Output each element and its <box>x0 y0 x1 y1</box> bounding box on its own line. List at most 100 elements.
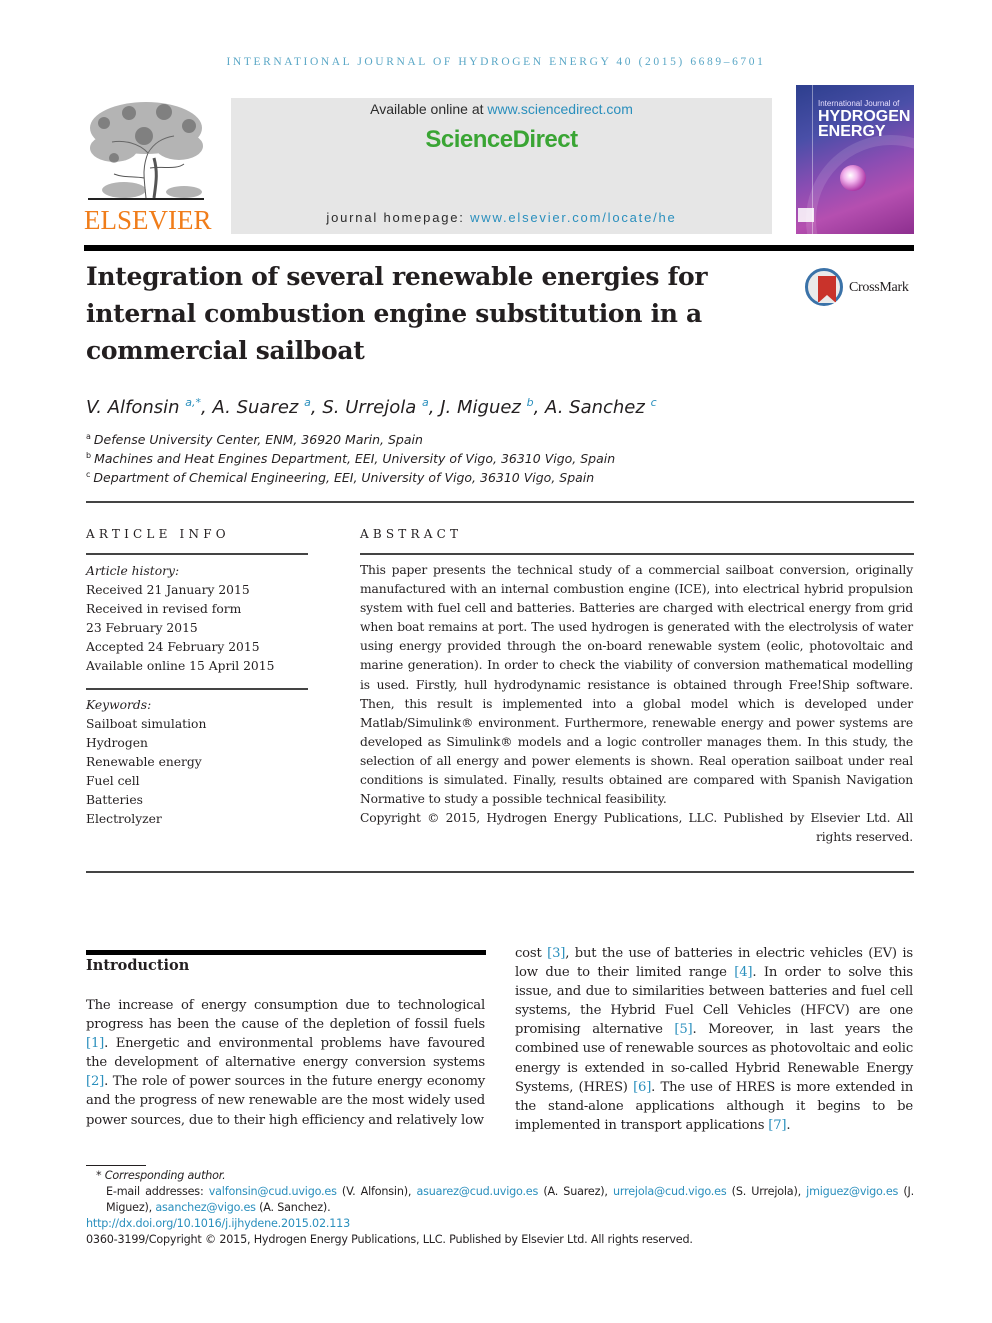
crossmark-icon <box>805 268 843 306</box>
history-item: Accepted 24 February 2015 <box>86 640 260 654</box>
sciencedirect-logo[interactable]: ScienceDirect <box>231 126 772 154</box>
sciencedirect-banner: Available online at www.sciencedirect.co… <box>231 98 772 234</box>
author-name: A. Sanchez <box>545 397 645 418</box>
citation-link[interactable]: [7] <box>768 1118 786 1133</box>
affiliation-text: Department of Chemical Engineering, EEI,… <box>93 470 595 486</box>
email-link[interactable]: jmi­guez@vigo.es <box>806 1185 898 1198</box>
history-item: Received in revised form <box>86 602 242 616</box>
author-separator: , <box>428 397 441 418</box>
cover-journal-title: HYDROGEN ENERGY <box>818 108 911 140</box>
available-online-line: Available online at www.sciencedirect.co… <box>231 101 772 117</box>
journal-homepage-line: journal homepage: www.elsevier.com/locat… <box>231 210 772 225</box>
citation-link[interactable]: [6] <box>633 1080 651 1095</box>
email-owner: (V. Alfonsin), <box>336 1185 417 1198</box>
author[interactable]: J. Miguez b <box>440 396 534 418</box>
available-online-label: Available online at <box>370 101 488 117</box>
keyword: Renewable energy <box>86 755 202 769</box>
author-affiliation-link[interactable]: b <box>527 396 534 409</box>
author[interactable]: S. Urrejola a <box>322 396 429 418</box>
cover-title-line-1: HYDROGEN <box>818 108 911 125</box>
cover-orb-graphic <box>840 165 866 191</box>
affiliation-key: c <box>86 470 91 479</box>
keyword: Fuel cell <box>86 774 140 788</box>
author-affiliation-link[interactable]: a <box>422 396 429 409</box>
author-separator: , <box>533 397 546 418</box>
email-link[interactable]: urrejola@cud.vigo.es <box>613 1185 727 1198</box>
citation-link[interactable]: [4] <box>734 965 752 980</box>
author-separator: , <box>310 397 323 418</box>
author-affiliation-link[interactable]: c <box>651 396 657 409</box>
citation-link[interactable]: [5] <box>674 1022 692 1037</box>
citation-link[interactable]: [1] <box>86 1036 104 1051</box>
introduction-rule <box>86 950 486 955</box>
running-head: International Journal of Hydrogen Energy… <box>226 56 766 68</box>
crossmark-ribbon-icon <box>818 276 836 303</box>
email-owner: (A. Suarez), <box>538 1185 613 1198</box>
email-link[interactable]: valfonsin@cud.uvigo.es <box>209 1185 337 1198</box>
email-label: E-mail addresses: <box>106 1185 209 1198</box>
abstract-text: This paper presents the technical study … <box>360 563 913 807</box>
keywords-label: Keywords: <box>86 698 152 712</box>
abstract-heading: ABSTRACT <box>360 527 463 541</box>
citation-link[interactable]: [2] <box>86 1074 104 1089</box>
history-item: Available online 15 April 2015 <box>86 659 275 673</box>
crossmark-button[interactable]: CrossMark <box>805 268 925 310</box>
citation-link[interactable]: [3] <box>547 946 565 961</box>
elsevier-tree-icon <box>88 102 204 200</box>
keyword: Sailboat simulation <box>86 717 207 731</box>
author[interactable]: A. Suarez a <box>213 396 311 418</box>
affiliation-key: a <box>86 432 91 441</box>
affiliation-text: Defense University Center, ENM, 36920 Ma… <box>93 432 423 448</box>
author-affiliation-link[interactable]: a <box>304 396 311 409</box>
email-addresses: E-mail addresses: valfonsin@cud.uvigo.es… <box>86 1184 914 1216</box>
abstract-end-divider <box>86 871 914 873</box>
email-owner: (A. Sanchez). <box>255 1201 331 1214</box>
author-name: V. Alfonsin <box>86 397 180 418</box>
affiliation: b Machines and Heat Engines Department, E… <box>86 451 615 466</box>
history-item: Received 21 January 2015 <box>86 583 250 597</box>
author-name: J. Miguez <box>440 397 521 418</box>
crossmark-label: CrossMark <box>849 280 909 295</box>
elsevier-wordmark: ELSEVIER <box>84 205 212 235</box>
abstract: This paper presents the technical study … <box>360 561 913 847</box>
article-info-heading: ARTICLE INFO <box>86 527 230 541</box>
footnote-rule <box>86 1165 146 1166</box>
affiliation-key: b <box>86 451 92 460</box>
author[interactable]: A. Sanchez c <box>545 396 657 418</box>
author-separator: , <box>201 397 213 418</box>
introduction-left-column: The increase of energy consumption due t… <box>86 996 485 1130</box>
doi-link[interactable]: http://dx.doi.org/10.1016/j.ijhydene.201… <box>86 1217 350 1230</box>
body-text: cost <box>515 946 548 961</box>
corresponding-marker: * <box>96 1169 102 1182</box>
sciencedirect-url-link[interactable]: www.sciencedirect.com <box>487 101 633 117</box>
email-owner: (S. Urrejola), <box>726 1185 807 1198</box>
affiliation: a Defense University Center, ENM, 36920 M… <box>86 432 423 447</box>
cover-title-line-2: ENERGY <box>818 123 886 140</box>
introduction-heading: Introduction <box>86 957 190 974</box>
header-divider <box>84 245 914 251</box>
author-list: V. Alfonsin a,*, A. Suarez a, S. Urrejol… <box>86 396 657 418</box>
corresponding-author-note: * Corresponding author. <box>86 1168 914 1184</box>
email-link[interactable]: asanchez@vigo.es <box>155 1201 256 1214</box>
cover-journal-subtitle: International Journal of <box>818 99 900 108</box>
abstract-copyright: Copyright © 2015, Hydrogen Energy Public… <box>360 811 913 845</box>
author-affiliation-link[interactable]: a,* <box>185 396 201 409</box>
author-name: S. Urrejola <box>322 397 417 418</box>
article-info-divider <box>86 553 308 555</box>
elsevier-logo[interactable]: ELSEVIER <box>84 98 212 236</box>
body-text: The increase of energy consumption due t… <box>86 998 485 1033</box>
author[interactable]: V. Alfonsin a,* <box>86 396 201 418</box>
body-text: . <box>786 1117 791 1133</box>
journal-cover-image[interactable]: International Journal of HYDROGEN ENERGY <box>796 85 914 234</box>
introduction-right-column: cost [3], but the use of batteries in el… <box>515 944 913 1135</box>
journal-homepage-label: journal homepage: <box>326 210 471 225</box>
abstract-divider <box>360 553 914 555</box>
affiliation-text: Machines and Heat Engines Department, EE… <box>94 451 616 467</box>
keywords-list: Keywords: Sailboat simulation Hydrogen R… <box>86 696 308 829</box>
front-matter-divider <box>86 501 914 503</box>
body-text: . The role of power sources in the futur… <box>86 1074 485 1128</box>
email-link[interactable]: asuarez@cud.uvigo.es <box>416 1185 538 1198</box>
journal-homepage-link[interactable]: www.elsevier.com/locate/he <box>470 210 676 225</box>
keyword: Hydrogen <box>86 736 148 750</box>
article-history: Article history: Received 21 January 201… <box>86 562 308 676</box>
